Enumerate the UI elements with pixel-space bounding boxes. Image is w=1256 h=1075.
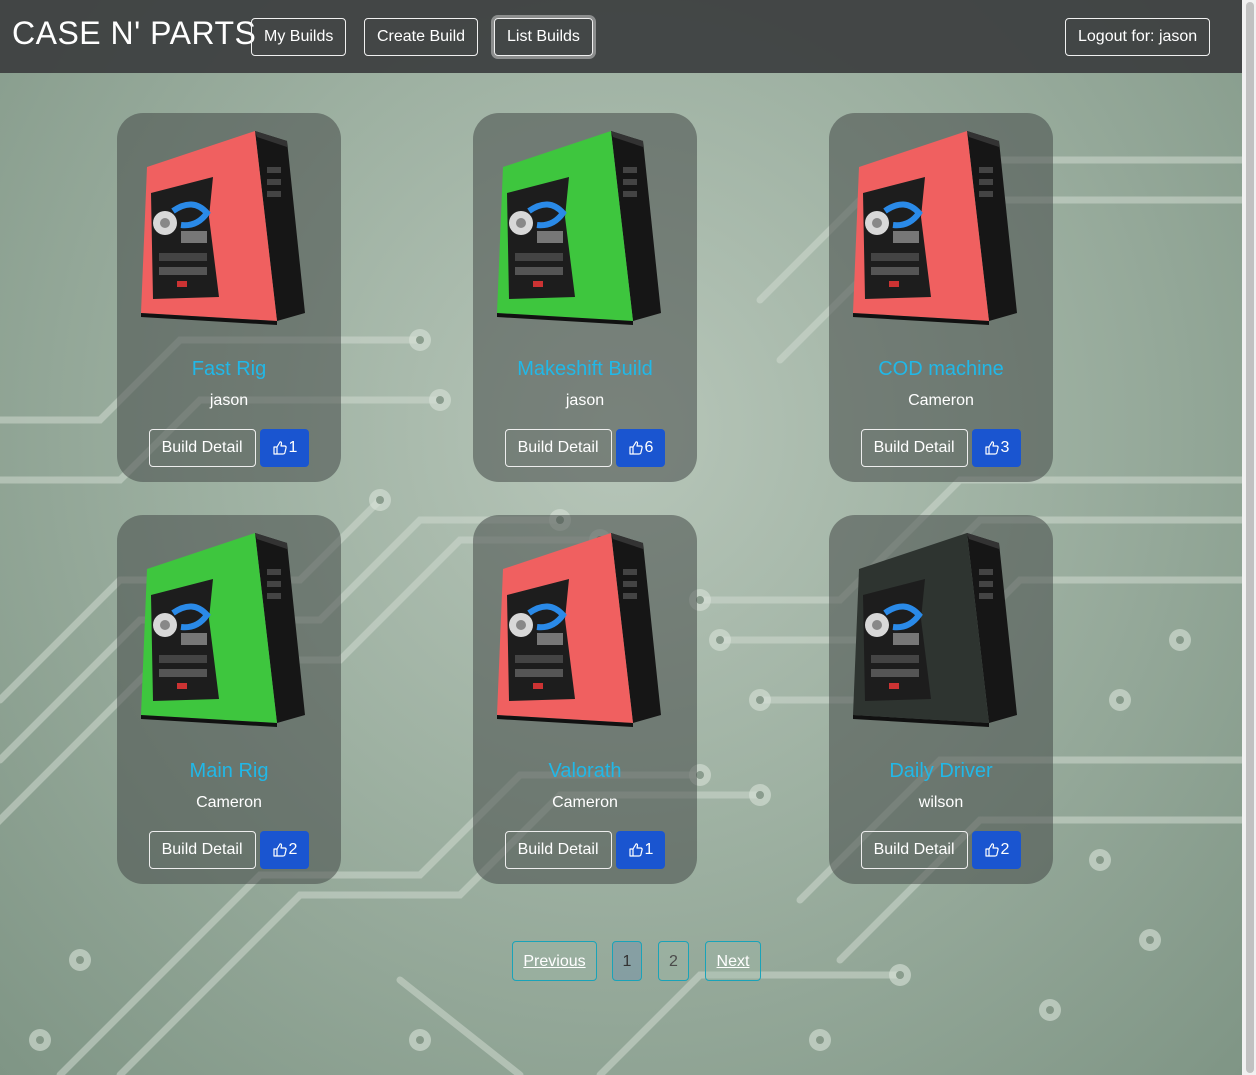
like-button[interactable]: 1 xyxy=(259,429,310,467)
build-owner: Cameron xyxy=(552,794,618,811)
thumbs-up-icon xyxy=(272,441,287,455)
build-owner: jason xyxy=(565,392,605,409)
build-title[interactable]: Fast Rig xyxy=(117,358,341,381)
pc-case-image xyxy=(497,131,661,325)
pc-case-image xyxy=(853,131,1017,325)
build-card-1: Makeshift Build jason Build Detail 6 xyxy=(473,113,697,482)
pc-case-image xyxy=(141,131,305,325)
build-detail-button[interactable]: Build Detail xyxy=(148,429,256,467)
build-owner: Cameron xyxy=(196,794,262,811)
like-button[interactable]: 1 xyxy=(615,831,666,869)
build-detail-button[interactable]: Build Detail xyxy=(148,831,256,869)
build-owner: jason xyxy=(209,392,249,409)
build-title[interactable]: Makeshift Build xyxy=(473,358,697,381)
build-card-5: Daily Driver wilson Build Detail 2 xyxy=(829,515,1053,884)
card-actions: Build Detail 1 xyxy=(117,429,341,467)
card-actions: Build Detail 2 xyxy=(117,831,341,869)
build-detail-button[interactable]: Build Detail xyxy=(860,429,968,467)
build-title[interactable]: COD machine xyxy=(829,358,1053,381)
list-builds-button[interactable]: List Builds xyxy=(494,18,593,56)
like-count: 2 xyxy=(288,841,298,858)
scrollbar-thumb[interactable] xyxy=(1246,2,1254,1073)
like-count: 2 xyxy=(1000,841,1010,858)
card-actions: Build Detail 6 xyxy=(473,429,697,467)
build-detail-button[interactable]: Build Detail xyxy=(504,831,612,869)
thumbs-up-icon xyxy=(628,441,643,455)
like-button[interactable]: 2 xyxy=(259,831,310,869)
like-count: 1 xyxy=(288,439,298,456)
build-card-0: Fast Rig jason Build Detail 1 xyxy=(117,113,341,482)
like-count: 1 xyxy=(644,841,654,858)
brand-logo[interactable]: CASE N' PARTS xyxy=(12,15,256,52)
build-card-2: COD machine Cameron Build Detail 3 xyxy=(829,113,1053,482)
like-button[interactable]: 2 xyxy=(971,831,1022,869)
my-builds-button[interactable]: My Builds xyxy=(251,18,347,56)
build-owner: wilson xyxy=(918,794,964,811)
pc-case-image xyxy=(141,533,305,727)
build-title[interactable]: Daily Driver xyxy=(829,760,1053,783)
card-actions: Build Detail 2 xyxy=(829,831,1053,869)
like-count: 6 xyxy=(644,439,654,456)
top-navbar: CASE N' PARTS My Builds Create Build Lis… xyxy=(0,0,1242,73)
build-detail-button[interactable]: Build Detail xyxy=(504,429,612,467)
build-title[interactable]: Valorath xyxy=(473,760,697,783)
pc-case-image xyxy=(497,533,661,727)
thumbs-up-icon xyxy=(984,441,999,455)
like-button[interactable]: 3 xyxy=(971,429,1022,467)
thumbs-up-icon xyxy=(628,843,643,857)
thumbs-up-icon xyxy=(272,843,287,857)
build-title[interactable]: Main Rig xyxy=(117,760,341,783)
like-button[interactable]: 6 xyxy=(615,429,666,467)
thumbs-up-icon xyxy=(984,843,999,857)
page-2-button[interactable]: 2 xyxy=(658,941,689,981)
page-scrollbar[interactable] xyxy=(1242,0,1256,1075)
previous-page-button[interactable]: Previous xyxy=(512,941,597,981)
build-card-4: Valorath Cameron Build Detail 1 xyxy=(473,515,697,884)
create-build-button[interactable]: Create Build xyxy=(364,18,479,56)
next-page-button[interactable]: Next xyxy=(705,941,761,981)
build-card-3: Main Rig Cameron Build Detail 2 xyxy=(117,515,341,884)
pc-case-image xyxy=(853,533,1017,727)
build-owner: Cameron xyxy=(908,392,974,409)
like-count: 3 xyxy=(1000,439,1010,456)
build-detail-button[interactable]: Build Detail xyxy=(860,831,968,869)
card-actions: Build Detail 3 xyxy=(829,429,1053,467)
card-actions: Build Detail 1 xyxy=(473,831,697,869)
page-1-button[interactable]: 1 xyxy=(612,941,642,981)
logout-button[interactable]: Logout for: jason xyxy=(1065,18,1211,56)
